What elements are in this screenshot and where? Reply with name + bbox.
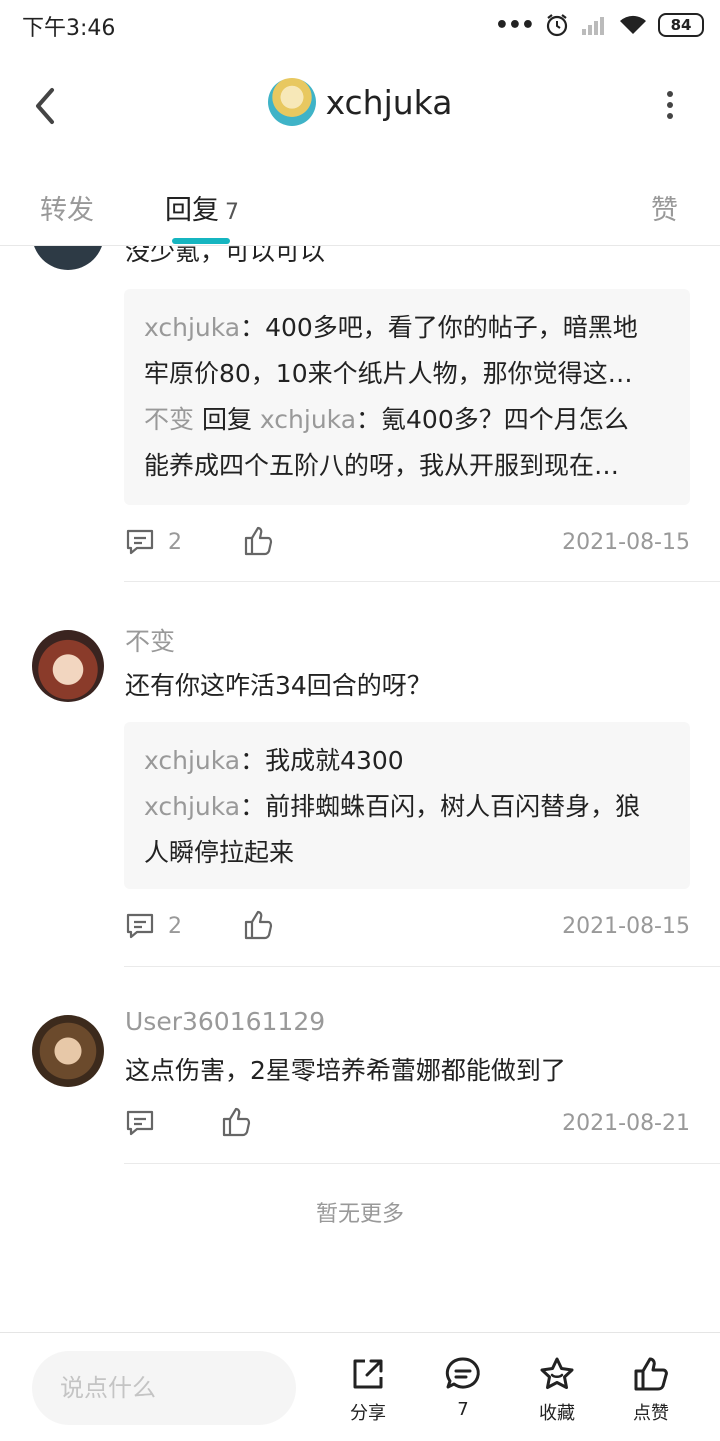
reply-text: ：我成就4300 [240, 746, 404, 775]
thumbs-up-icon[interactable] [242, 524, 274, 558]
reply-author[interactable]: xchjuka [144, 313, 240, 342]
star-icon [540, 1357, 574, 1389]
reply-author[interactable]: xchjuka [144, 746, 240, 775]
thumbs-up-icon [634, 1357, 668, 1391]
comment-feed: 没少氪，可以可以 xchjuka：400多吧，看了你的帖子，暗黑地 牢原价80，… [0, 246, 720, 1332]
divider [124, 966, 720, 967]
avatar[interactable] [32, 1015, 104, 1087]
tab-reply[interactable]: 回复 7 [165, 188, 239, 227]
comment-input[interactable]: 说点什么 [32, 1351, 296, 1425]
wifi-icon [620, 15, 646, 34]
no-more-label: 暂无更多 [315, 1202, 404, 1227]
like-button[interactable]: 点赞 [616, 1355, 686, 1425]
tab-bar: 转发 回复 7 赞 [0, 160, 720, 246]
reply-text: 能养成四个五阶八的呀，我从开服到现在… [144, 451, 620, 480]
reply-preview[interactable]: xchjuka：400多吧，看了你的帖子，暗黑地 牢原价80，10来个纸片人物，… [124, 289, 690, 505]
comment-author[interactable]: User360161129 [125, 1007, 325, 1036]
reply-preview[interactable]: xchjuka：我成就4300 xchjuka：前排蜘蛛百闪，树人百闪替身，狼 … [124, 722, 690, 889]
comment-actions: 2021-08-21 [124, 1105, 690, 1145]
share-icon [353, 1359, 383, 1389]
title-wrap: xchjuka [0, 78, 720, 126]
tab-like[interactable]: 赞 [651, 188, 678, 227]
comments-button[interactable]: 7 [428, 1355, 498, 1420]
reply-text: 人瞬停拉起来 [144, 838, 295, 867]
comment-bubble-icon [445, 1357, 480, 1389]
header: xchjuka [0, 60, 720, 155]
reply-line: 牢原价80，10来个纸片人物，那你觉得这… [144, 351, 670, 397]
reply-author[interactable]: 不变 [144, 405, 194, 434]
reply-line: xchjuka：400多吧，看了你的帖子，暗黑地 [144, 305, 670, 351]
comment-icon [126, 529, 154, 555]
status-time: 下午3:46 [22, 16, 116, 41]
more-options-icon[interactable] [660, 90, 680, 120]
reply-button[interactable]: 2 [124, 910, 182, 942]
comment-count: 7 [457, 1399, 469, 1420]
status-bar: 下午3:46 ••• 84 [0, 0, 720, 50]
divider [124, 1163, 720, 1164]
reply-line: xchjuka：我成就4300 [144, 738, 670, 784]
reply-button[interactable]: 2 [124, 526, 182, 558]
avatar[interactable] [32, 246, 104, 270]
comment-text: 这点伤害，2星零培养希蕾娜都能做到了 [125, 1056, 566, 1085]
comment-icon [126, 913, 154, 939]
tab-reply-label: 回复 [165, 195, 219, 226]
more-dots-icon: ••• [494, 12, 535, 38]
bottom-bar: 说点什么 分享 7 收藏 点赞 [0, 1332, 720, 1441]
reply-line: 人瞬停拉起来 [144, 830, 670, 876]
alarm-icon [546, 14, 568, 37]
reply-author[interactable]: xchjuka [144, 792, 240, 821]
collect-button[interactable]: 收藏 [522, 1355, 592, 1425]
signal-icon [582, 17, 604, 35]
like-label: 点赞 [633, 1403, 669, 1424]
tab-forward[interactable]: 转发 [40, 188, 94, 227]
divider [124, 581, 720, 582]
user-avatar[interactable] [267, 78, 316, 126]
thumbs-up-icon[interactable] [220, 1105, 252, 1139]
reply-button[interactable] [124, 1107, 168, 1139]
tab-reply-count: 7 [225, 200, 239, 225]
comment-date: 2021-08-15 [562, 530, 690, 555]
share-button[interactable]: 分享 [333, 1355, 403, 1425]
page-title: xchjuka [325, 82, 453, 122]
reply-text: 牢原价80，10来个纸片人物，那你觉得这… [144, 359, 633, 388]
share-label: 分享 [350, 1403, 386, 1424]
collect-label: 收藏 [539, 1403, 575, 1424]
comment-author[interactable]: 不变 [125, 622, 175, 658]
reply-count: 2 [168, 529, 182, 555]
comment-actions: 2 2021-08-15 [124, 908, 690, 948]
reply-line: 不变 回复 xchjuka：氪400多？四个月怎么 [144, 397, 670, 443]
reply-text: ：前排蜘蛛百闪，树人百闪替身，狼 [240, 792, 641, 821]
reply-line: xchjuka：前排蜘蛛百闪，树人百闪替身，狼 [144, 784, 670, 830]
comment-date: 2021-08-21 [562, 1111, 690, 1136]
reply-target[interactable]: xchjuka [260, 405, 356, 434]
comment-icon [126, 1110, 154, 1136]
comment-text: 还有你这咋活34回合的呀？ [125, 671, 432, 700]
tab-active-indicator [172, 238, 230, 244]
reply-text: ：氪400多？四个月怎么 [356, 405, 629, 434]
battery-indicator: 84 [658, 13, 704, 37]
comment-actions: 2 2021-08-15 [124, 524, 690, 564]
reply-text: ：400多吧，看了你的帖子，暗黑地 [240, 313, 638, 342]
status-icons: ••• 84 [495, 8, 704, 42]
reply-to-label: 回复 [194, 405, 260, 434]
reply-line: 能养成四个五阶八的呀，我从开服到现在… [144, 443, 670, 489]
avatar[interactable] [32, 630, 104, 702]
comment-text: 没少氪，可以可以 [125, 246, 326, 266]
reply-count: 2 [168, 913, 182, 939]
thumbs-up-icon[interactable] [242, 908, 274, 942]
comment-date: 2021-08-15 [562, 914, 690, 939]
